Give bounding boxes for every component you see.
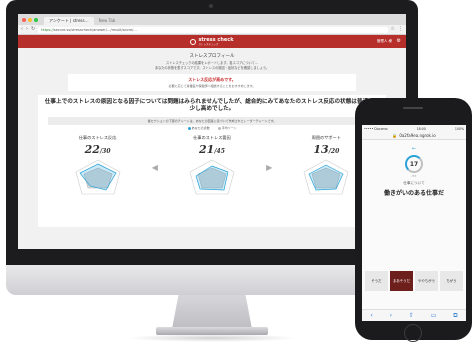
minimize-window-button[interactable] (28, 17, 32, 22)
chart-legend: あなたの点数 平均ゾーン (44, 126, 380, 130)
answer-button[interactable]: ちがう (440, 271, 463, 291)
back-button[interactable]: ← (362, 146, 466, 152)
browser-tab-bar: アンケート | stress… New Tab (18, 14, 406, 25)
share-icon[interactable]: ⇧ (409, 312, 414, 319)
card-title: 仕事のストレス反応 (78, 135, 117, 140)
score-value: 13 (313, 143, 329, 156)
back-arrow-icon[interactable]: ‹ (370, 312, 372, 319)
close-window-button[interactable] (22, 17, 26, 22)
answer-button[interactable]: ややちがう (415, 271, 438, 291)
score-total: /20 (328, 148, 340, 155)
window-controls (22, 14, 38, 25)
profile-description: ストレスチェックの結果をレポートします。各スコアについて… あなたの状態を表すス… (18, 61, 406, 70)
radar-chart (75, 159, 120, 195)
back-arrow-icon[interactable]: ‹ (21, 25, 23, 34)
answer-button-selected[interactable]: まあそうだ (390, 271, 413, 291)
user-menu[interactable]: 管理人 様 (377, 39, 392, 44)
url-field[interactable]: https://secure.ss/stresscheck/answer/…/r… (38, 26, 388, 33)
phone-url-bar[interactable]: 🔒 0a2fa9ea.ngrok.io (362, 132, 466, 140)
score-total: /30 (99, 148, 111, 155)
browser-tab-active[interactable]: アンケート | stress… (44, 17, 94, 25)
phone-screen: ••••• Docomo 18:00 100% 🔒 0a2fa9ea.ngrok… (362, 125, 466, 321)
radar-chart (189, 159, 235, 195)
legend-dot-icon (217, 126, 221, 130)
zoom-window-button[interactable] (34, 17, 38, 22)
forward-arrow-icon[interactable]: › (26, 25, 28, 34)
card-score: 22/30 (57, 143, 139, 156)
legend-label: 平均ゾーン (221, 126, 237, 130)
bookmarks-icon[interactable]: ▭ (431, 312, 437, 319)
logo-circle-icon (190, 38, 197, 45)
legend-dot-icon (187, 126, 191, 130)
profile-desc-line2: あなたの状態を表すスコアです。ストレスの原因・症状などを確認しましょう。 (154, 65, 270, 70)
score-total: /45 (214, 148, 225, 155)
card-score: 21/45 (171, 143, 253, 156)
battery-label: 100% (454, 126, 464, 131)
phone-url-text: 0a2fa9ea.ngrok.io (399, 133, 436, 138)
clock-label: 18:00 (416, 126, 426, 131)
safari-toolbar: ‹ › ⇧ ▭ ⧉ (362, 309, 466, 321)
star-icon[interactable]: ☆ (391, 25, 395, 34)
browser-tab-new[interactable]: New Tab (94, 17, 121, 25)
tabs-icon[interactable]: ⧉ (453, 312, 457, 320)
home-button[interactable] (404, 324, 422, 342)
answer-button[interactable]: そうだ (365, 271, 388, 291)
iphone-device: ••••• Docomo 18:00 100% 🔒 0a2fa9ea.ngrok… (355, 98, 472, 342)
phone-status-bar: ••••• Docomo 18:00 100% (362, 125, 466, 132)
browser-window: アンケート | stress… New Tab ‹ › ↻ https://se… (18, 14, 406, 249)
reload-icon[interactable]: ↻ (31, 25, 35, 34)
summary-panel: 仕事上でのストレスの原因となる因子については問題はみられませんでしたが、総合的に… (38, 95, 386, 227)
phone-speaker (403, 107, 423, 109)
url-text: secure.ss/stresscheck/answer/…/result/sc… (53, 27, 137, 32)
progress-total: /57 (411, 174, 417, 178)
alert-subtext: 必要に応じて産業医や保健師へ相談することをおすすめします。 (168, 84, 256, 88)
chevron-left-icon: ◀ (151, 163, 158, 172)
question-screen: ← 17 /57 仕事について 働きがいのある仕事だ (362, 140, 466, 197)
score-card-stress-response: 仕事のストレス反応 22/30 (57, 135, 139, 200)
site-logo[interactable]: stress check ストレスチェック (190, 37, 234, 46)
score-value: 21 (199, 143, 215, 156)
score-value: 22 (84, 143, 100, 156)
answer-options: そうだ まあそうだ ややちがう ちがう (365, 271, 463, 291)
logo-subtext: ストレスチェック (198, 42, 219, 46)
url-secure-scheme: https:// (41, 27, 54, 32)
alert-headline: ストレス反応が高めです。 (188, 77, 236, 82)
menu-icon[interactable]: ⋮ (398, 25, 403, 34)
imac-stand (172, 295, 252, 329)
address-bar: ‹ › ↻ https://secure.ss/stresscheck/answ… (18, 25, 406, 35)
imac-camera (209, 4, 213, 8)
radar-chart (303, 159, 349, 195)
progress-step: 17 (409, 160, 419, 168)
alert-box: ストレス反応が高めです。 必要に応じて産業医や保健師へ相談することをおすすめしま… (68, 74, 356, 91)
forward-arrow-icon[interactable]: › (390, 312, 392, 319)
legend-label: あなたの点数 (191, 126, 210, 130)
summary-note: 各セクションの下部のチャートは、あなたの回答に基づいて作成されたレーダーチャート… (48, 117, 376, 125)
legend-item-average: 平均ゾーン (217, 126, 237, 130)
imac-shadow (126, 334, 298, 342)
legend-item-your-score: あなたの点数 (187, 126, 210, 130)
lock-icon: 🔒 (392, 133, 398, 138)
carrier-label: ••••• Docomo (364, 126, 388, 131)
gear-icon[interactable]: ⚙ (397, 38, 401, 44)
site-header: stress check ストレスチェック 管理人 様 ⚙ (18, 35, 406, 48)
score-card-stress-factors: 仕事のストレス要因 21/45 (171, 135, 253, 200)
score-cards: 仕事のストレス反応 22/30 ◀ 仕事のストレス要因 21/45 ▶ 周囲のサ… (44, 135, 380, 200)
summary-title: 仕事上でのストレスの原因となる因子については問題はみられませんでしたが、総合的に… (44, 99, 380, 112)
page-content: ストレスプロフィール ストレスチェックの結果をレポートします。各スコアについて…… (18, 48, 406, 249)
question-category: 仕事について (403, 181, 425, 185)
progress-ring: 17 (405, 155, 423, 173)
card-title: 仕事のストレス要因 (193, 135, 231, 140)
chevron-right-icon: ▶ (266, 163, 273, 172)
page-title: ストレスプロフィール (189, 54, 235, 59)
question-text: 働きがいのある仕事だ (383, 190, 444, 197)
